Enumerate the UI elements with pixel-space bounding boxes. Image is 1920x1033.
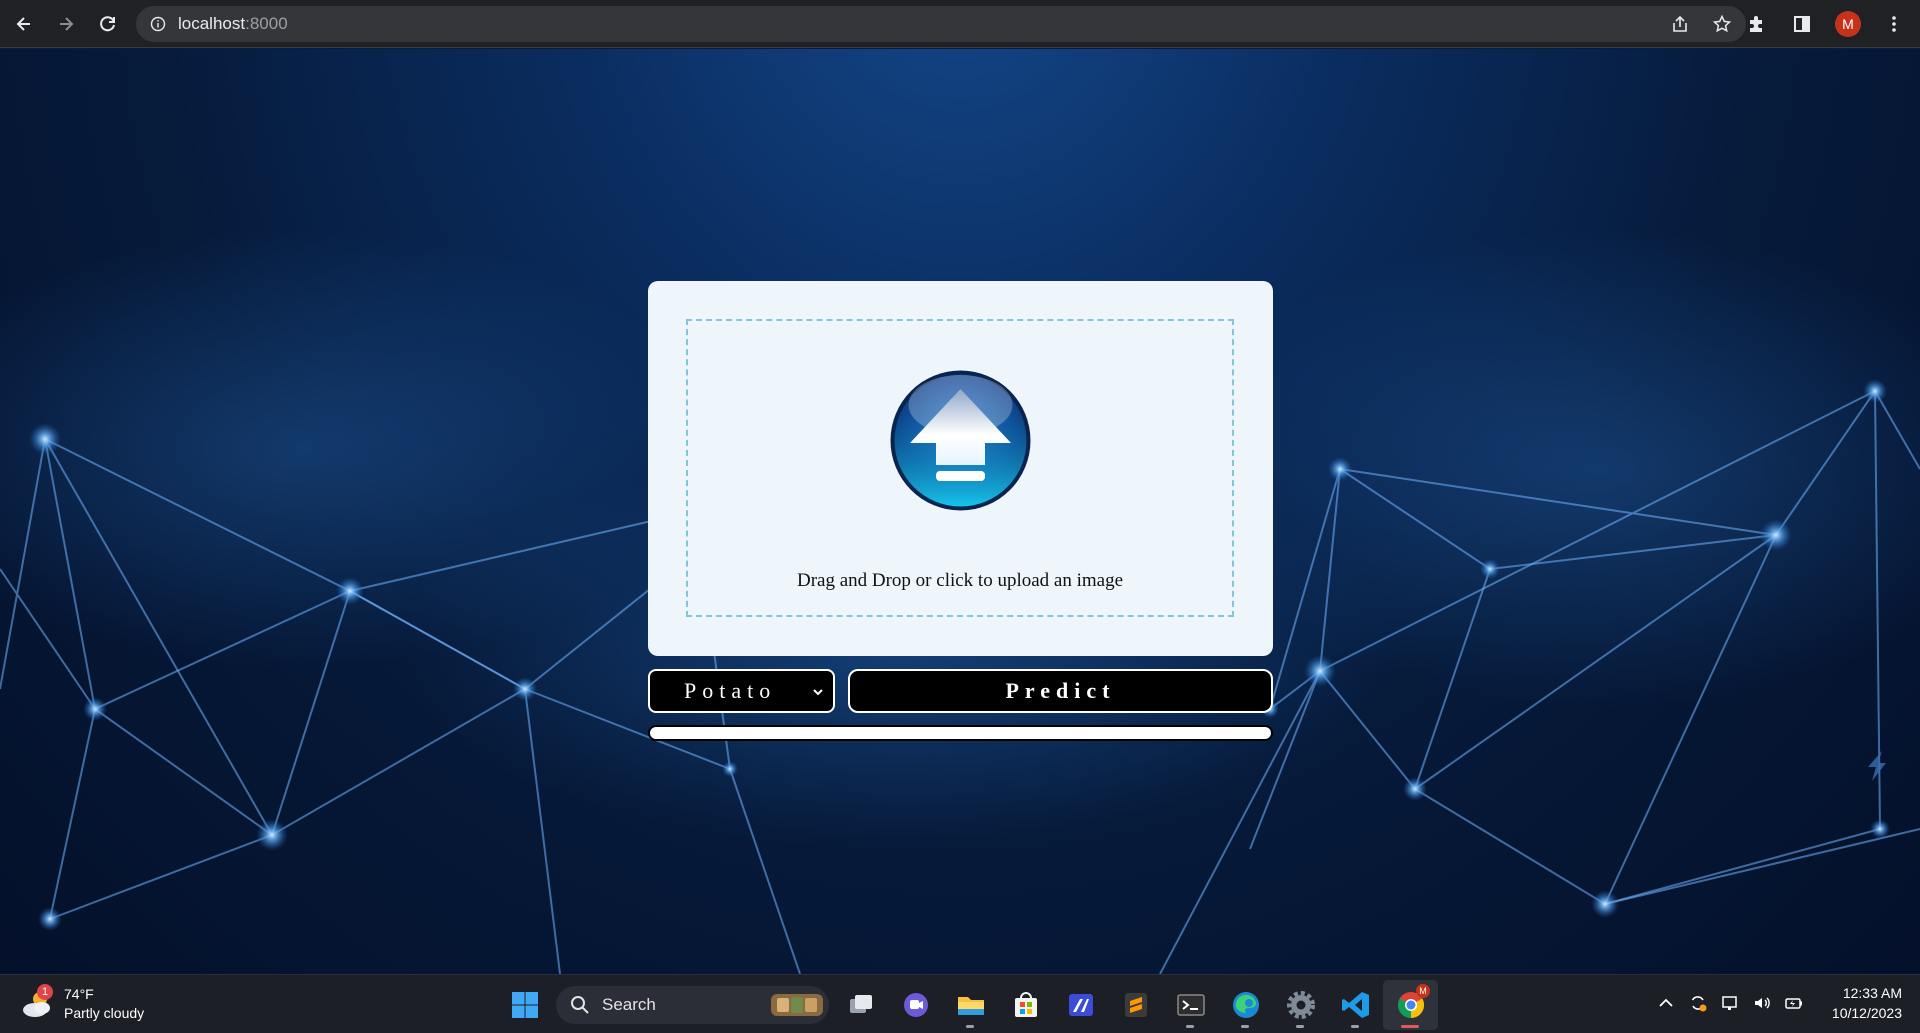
upload-instruction: Drag and Drop or click to upload an imag… (796, 570, 1124, 591)
volume-button[interactable] (1748, 989, 1776, 1017)
menu-button[interactable] (1876, 6, 1912, 42)
task-view-icon (849, 995, 872, 1013)
arrow-left-icon (16, 16, 30, 31)
profile-button[interactable]: M (1830, 6, 1866, 42)
sublime-icon (1124, 993, 1147, 1017)
avatar: M (1835, 11, 1861, 37)
weather-desc: Partly cloudy (64, 1005, 145, 1021)
vscode-button[interactable] (1328, 980, 1383, 1030)
chrome-button[interactable]: M (1383, 980, 1438, 1030)
arrow-right-icon (60, 16, 74, 31)
url-host: localhost (178, 14, 246, 33)
system-tray: 12:33 AM 10/12/2023 (1650, 983, 1902, 1023)
upload-arrow-icon (890, 370, 1030, 511)
chevron-down-icon (813, 689, 823, 696)
start-button[interactable] (497, 980, 552, 1030)
search-highlight-image (771, 994, 823, 1016)
file-explorer-button[interactable] (943, 980, 998, 1030)
reload-icon (100, 15, 115, 31)
reload-button[interactable] (90, 6, 126, 42)
side-panel-button[interactable] (1784, 6, 1820, 42)
terminal-button[interactable] (1163, 980, 1218, 1030)
teams-chat-button[interactable] (888, 980, 943, 1030)
controls-row: Potato Predict (648, 669, 1273, 713)
clock-date: 10/12/2023 (1831, 1005, 1902, 1021)
store-icon (1014, 992, 1037, 1017)
settings-button[interactable] (1273, 980, 1328, 1030)
gear-icon (1286, 991, 1315, 1019)
address-bar[interactable]: localhost:8000 (136, 6, 1746, 42)
crop-select[interactable]: Potato (648, 669, 835, 713)
weather-widget[interactable]: 1 74°F Partly cloudy (20, 984, 144, 1023)
windows-logo-icon (511, 992, 538, 1018)
task-view-button[interactable] (833, 980, 888, 1030)
url-text: localhost:8000 (178, 14, 288, 34)
clock-time: 12:33 AM (1842, 985, 1902, 1001)
floating-logo-icon (1868, 751, 1886, 781)
windows-taskbar: 1 74°F Partly cloudy Search M 12:33 AM 1… (0, 974, 1920, 1033)
taskbar-apps: Search M (497, 980, 1438, 1030)
browser-toolbar: localhost:8000 M (0, 0, 1920, 48)
progress-bar (648, 725, 1273, 741)
url-port: :8000 (245, 14, 288, 33)
weather-notification-badge: 1 (37, 984, 53, 1000)
share-icon[interactable] (1670, 14, 1690, 34)
speaker-icon (1754, 997, 1770, 1009)
crop-select-value: Potato (684, 678, 777, 703)
folder-icon (957, 997, 984, 1015)
weather-temp: 74°F (64, 986, 94, 1002)
kebab-menu-icon (1892, 16, 1896, 32)
drop-zone[interactable]: Drag and Drop or click to upload an imag… (686, 319, 1234, 617)
app-a-icon (1068, 994, 1093, 1016)
page-viewport: Drag and Drop or click to upload an imag… (0, 49, 1920, 974)
puzzle-icon (1750, 16, 1762, 32)
sync-status-button[interactable] (1684, 989, 1712, 1017)
partly-cloudy-icon: 1 (20, 984, 56, 1022)
chat-icon (903, 993, 928, 1017)
side-panel-icon (1794, 16, 1810, 32)
weather-text: 74°F Partly cloudy (64, 985, 144, 1023)
site-info-icon[interactable] (150, 16, 166, 32)
battery-button[interactable] (1780, 989, 1808, 1017)
microsoft-store-button[interactable] (998, 980, 1053, 1030)
vscode-icon (1341, 992, 1369, 1018)
network-icon (1722, 996, 1737, 1010)
taskbar-search[interactable]: Search (556, 986, 829, 1024)
upload-card: Drag and Drop or click to upload an imag… (648, 281, 1273, 656)
edge-icon (1232, 992, 1259, 1018)
edge-button[interactable] (1218, 980, 1273, 1030)
extensions-button[interactable] (1738, 6, 1774, 42)
sublime-text-button[interactable] (1108, 980, 1163, 1030)
app-button-blue[interactable] (1053, 980, 1108, 1030)
show-hidden-icons-button[interactable] (1652, 989, 1680, 1017)
predict-button[interactable]: Predict (848, 669, 1273, 713)
clock[interactable]: 12:33 AM 10/12/2023 (1832, 983, 1902, 1023)
battery-icon (1785, 998, 1802, 1009)
terminal-icon (1176, 994, 1205, 1016)
back-button[interactable] (6, 6, 42, 42)
network-button[interactable] (1716, 989, 1744, 1017)
sync-icon (1691, 996, 1707, 1012)
search-icon (571, 996, 589, 1014)
search-label: Search (602, 995, 656, 1014)
chrome-profile-badge: M (1416, 984, 1430, 998)
chevron-up-icon (1659, 998, 1673, 1007)
bookmark-star-icon[interactable] (1712, 14, 1732, 34)
forward-button[interactable] (48, 6, 84, 42)
